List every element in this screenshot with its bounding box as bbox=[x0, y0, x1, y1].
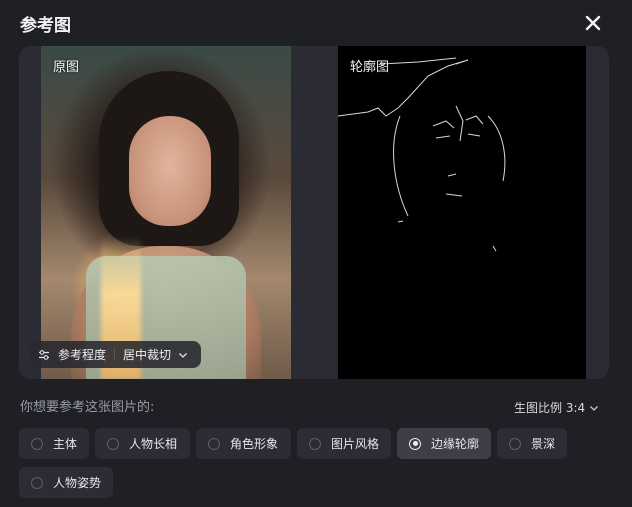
original-image bbox=[41, 46, 291, 379]
option-label: 人物长相 bbox=[129, 437, 178, 451]
radio-icon bbox=[107, 437, 119, 450]
crop-mode-value[interactable]: 居中裁切 bbox=[123, 346, 171, 363]
sliders-icon bbox=[39, 349, 49, 360]
radio-icon bbox=[208, 437, 220, 450]
reference-question: 你想要参考这张图片的: bbox=[20, 400, 155, 415]
option-depth-of-field[interactable]: 景深 bbox=[497, 428, 567, 459]
radio-icon bbox=[309, 437, 321, 450]
option-image-style[interactable]: 图片风格 bbox=[297, 428, 391, 459]
contour-label: 轮廓图 bbox=[350, 60, 390, 75]
option-label: 景深 bbox=[531, 437, 556, 451]
original-label: 原图 bbox=[53, 60, 80, 75]
option-subject[interactable]: 主体 bbox=[19, 428, 89, 459]
option-label: 主体 bbox=[53, 437, 78, 451]
chip-divider bbox=[114, 348, 116, 361]
aspect-ratio-label: 生图比例 3:4 bbox=[514, 401, 586, 415]
reference-level-label: 参考程度 bbox=[58, 348, 107, 362]
contour-image bbox=[338, 46, 586, 379]
dialog-title: 参考图 bbox=[20, 16, 71, 36]
radio-icon bbox=[31, 437, 43, 450]
radio-selected-icon bbox=[409, 437, 421, 450]
option-facial-features[interactable]: 人物长相 bbox=[95, 428, 190, 459]
reference-level-control[interactable]: 参考程度 居中裁切 bbox=[30, 341, 201, 368]
option-character[interactable]: 角色形象 bbox=[196, 428, 291, 459]
option-label: 人物姿势 bbox=[53, 476, 102, 490]
close-button[interactable] bbox=[580, 10, 606, 36]
radio-icon bbox=[509, 437, 521, 450]
option-pose[interactable]: 人物姿势 bbox=[19, 467, 113, 498]
preview-panel: 原图 轮廓图 bbox=[19, 46, 609, 379]
option-edge-contour[interactable]: 边缘轮廓 bbox=[397, 428, 491, 459]
close-icon bbox=[585, 15, 601, 31]
option-label: 图片风格 bbox=[331, 437, 380, 451]
radio-icon bbox=[31, 476, 43, 489]
option-label: 边缘轮廓 bbox=[431, 437, 480, 451]
chevron-down-icon bbox=[179, 352, 187, 358]
chevron-down-icon bbox=[590, 405, 599, 411]
aspect-ratio-selector[interactable]: 生图比例 3:4 bbox=[514, 399, 599, 416]
option-label: 角色形象 bbox=[230, 437, 279, 451]
